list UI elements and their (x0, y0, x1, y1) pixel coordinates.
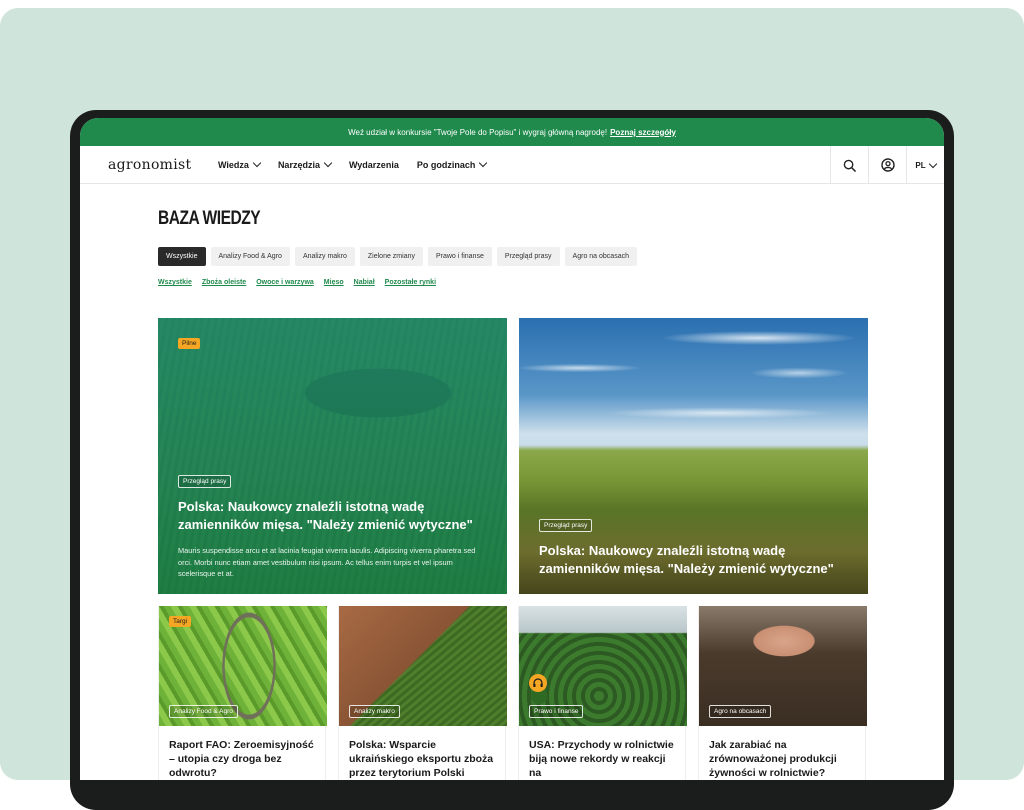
subtab-zboza-oleiste[interactable]: Zboża oleiste (202, 279, 246, 286)
featured-title: Polska: Naukowcy znaleźli istotną wadę z… (178, 499, 473, 532)
search-icon (843, 159, 856, 172)
logo[interactable]: agronomist (108, 157, 218, 173)
language-select[interactable]: PL (906, 146, 944, 184)
promo-link[interactable]: Poznaj szczegóły (610, 128, 676, 137)
nav-item-wydarzenia[interactable]: Wydarzenia (349, 160, 399, 170)
tab-prawo-i-finanse[interactable]: Prawo i finanse (427, 247, 492, 266)
featured-description: Mauris suspendisse arcu et at lacinia fe… (178, 546, 476, 578)
featured-articles: Pilne Przegląd prasy Polska: Naukowcy zn… (158, 318, 868, 594)
article-card[interactable]: Targi Analizy Food & Agro Raport FAO: Ze… (158, 606, 327, 780)
main-content: BAZA WIEDZY Wszystkie Analizy Food & Agr… (158, 208, 868, 780)
page-title: BAZA WIEDZY (158, 208, 261, 229)
language-label: PL (915, 160, 926, 170)
chevron-down-icon (479, 158, 488, 168)
main-nav: Wiedza Narzędzia Wydarzenia Po godzinach (218, 158, 488, 170)
tab-zielone-zmiany[interactable]: Zielone zmiany (359, 247, 423, 266)
article-card[interactable]: Analizy makro Polska: Wsparcie ukraiński… (338, 606, 507, 780)
promo-text: Weź udział w konkursie "Twoje Pole do Po… (348, 127, 608, 137)
site-header: agronomist Wiedza Narzędzia Wydarzenia P… (80, 146, 944, 184)
article-card[interactable]: Agro na obcasach Jak zarabiać na zrównow… (698, 606, 867, 780)
article-image: Targi Analizy Food & Agro (159, 606, 327, 726)
article-title: USA: Przychody w rolnictwie biją nowe re… (529, 739, 674, 779)
header-actions: PL (830, 146, 944, 184)
featured-title: Polska: Naukowcy znaleźli istotną wadę z… (539, 543, 834, 576)
nav-item-wiedza[interactable]: Wiedza (218, 158, 262, 170)
nav-item-po-godzinach[interactable]: Po godzinach (416, 158, 488, 170)
account-button[interactable] (868, 146, 906, 184)
urgent-badge: Pilne (178, 338, 201, 349)
category-badge: Agro na obcasach (709, 705, 772, 718)
article-cards: Targi Analizy Food & Agro Raport FAO: Ze… (158, 606, 867, 780)
category-badge: Analizy Food & Agro (169, 705, 238, 718)
browser-screen: Weź udział w konkursie "Twoje Pole do Po… (80, 118, 944, 780)
article-title: Jak zarabiać na zrównoważonej produkcji … (709, 739, 837, 779)
category-tabs: Wszystkie Analizy Food & Agro Analizy ma… (158, 247, 868, 266)
user-icon (880, 158, 895, 172)
subtab-pozostale-rynki[interactable]: Pozostałe rynki (385, 279, 436, 286)
nav-label: Narzędzia (277, 159, 320, 170)
subtab-nabial[interactable]: Nabiał (354, 279, 375, 286)
subcategory-links: Wszystkie Zboża oleiste Owoce i warzywa … (158, 279, 868, 286)
category-badge: Prawo i finanse (529, 705, 584, 718)
tab-analizy-makro[interactable]: Analizy makro (294, 247, 355, 266)
subtab-mieso[interactable]: Mięso (324, 279, 344, 286)
sky-clouds (519, 318, 868, 448)
search-button[interactable] (830, 146, 868, 184)
tab-przeglad-prasy[interactable]: Przegląd prasy (496, 247, 560, 266)
tab-analizy-food-agro[interactable]: Analizy Food & Agro (210, 247, 290, 266)
article-image: Agro na obcasach (699, 606, 867, 726)
event-badge: Targi (169, 616, 192, 627)
subtab-owoce-i-warzywa[interactable]: Owoce i warzywa (256, 279, 314, 286)
article-title: Polska: Wsparcie ukraińskiego eksportu z… (349, 739, 494, 779)
headphones-icon (529, 674, 547, 692)
chevron-down-icon (928, 159, 937, 168)
chevron-down-icon (252, 158, 262, 168)
tab-agro-na-obcasach[interactable]: Agro na obcasach (564, 247, 637, 266)
category-badge: Analizy makro (349, 705, 400, 718)
chevron-down-icon (323, 158, 333, 168)
nav-label: Wiedza (218, 159, 249, 170)
nav-item-narzedzia[interactable]: Narzędzia (277, 158, 333, 170)
featured-card[interactable]: Przegląd prasy Polska: Naukowcy znaleźli… (519, 318, 868, 594)
article-card[interactable]: Prawo i finanse USA: Przychody w rolnict… (518, 606, 687, 780)
nav-label: Wydarzenia (348, 159, 399, 170)
category-badge: Przegląd prasy (539, 519, 593, 532)
nav-label: Po godzinach (416, 159, 476, 170)
article-title: Raport FAO: Zeroemisyjność – utopia czy … (169, 739, 314, 779)
featured-card[interactable]: Pilne Przegląd prasy Polska: Naukowcy zn… (158, 318, 507, 594)
tab-wszystkie[interactable]: Wszystkie (158, 247, 206, 266)
article-image: Prawo i finanse (519, 606, 687, 726)
category-badge: Przegląd prasy (178, 475, 232, 488)
article-image: Analizy makro (339, 606, 507, 726)
promo-banner: Weź udział w konkursie "Twoje Pole do Po… (80, 118, 944, 146)
subtab-wszystkie[interactable]: Wszystkie (158, 279, 192, 286)
